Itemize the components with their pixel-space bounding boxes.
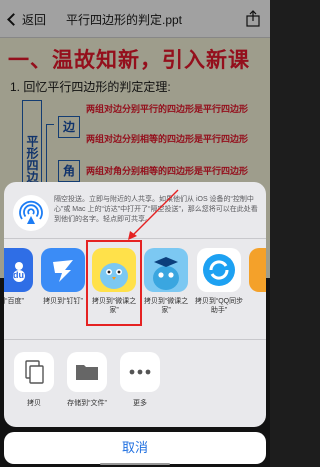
action-more[interactable]: 更多: [117, 352, 163, 408]
action-copy[interactable]: 拷贝: [11, 352, 57, 408]
app-baidu[interactable]: du 到“百度”: [4, 248, 36, 306]
action-label: 拷贝: [27, 400, 41, 407]
airdrop-row[interactable]: 隔空投送。立即与附近的人共享。如果他们从 iOS 设备的“控制中心”或 Mac …: [4, 182, 266, 239]
partial-icon: [249, 248, 266, 292]
app-label: 拷贝到“微课之家”: [143, 298, 189, 314]
airdrop-description: 隔空投送。立即与附近的人共享。如果他们从 iOS 设备的“控制中心”或 Mac …: [54, 196, 258, 223]
app-weike-2[interactable]: 拷贝到“微课之家”: [141, 248, 191, 315]
svg-text:du: du: [13, 270, 24, 280]
app-partial[interactable]: 拷: [246, 248, 266, 306]
qq-sync-icon: [197, 248, 241, 292]
home-indicator: [100, 463, 170, 465]
airdrop-icon: [13, 195, 49, 231]
action-label: 更多: [133, 400, 147, 407]
dingtalk-icon: [41, 248, 85, 292]
action-save-files[interactable]: 存储到“文件”: [64, 352, 110, 408]
app-dingtalk[interactable]: 拷贝到“钉钉”: [38, 248, 88, 306]
folder-icon: [67, 352, 107, 392]
more-icon: [120, 352, 160, 392]
action-row: 拷贝 存储到“文件” 更多: [4, 340, 266, 427]
weike-grad-icon: [144, 248, 188, 292]
app-label: 到“百度”: [4, 298, 24, 305]
app-qq-sync[interactable]: 拷贝到“QQ同步助手”: [194, 248, 244, 315]
copy-icon: [14, 352, 54, 392]
app-label: 拷: [246, 297, 266, 306]
baidu-icon: du: [4, 248, 33, 292]
cancel-button[interactable]: 取消: [4, 432, 266, 464]
highlight-box: [86, 240, 142, 326]
action-label: 存储到“文件”: [67, 400, 107, 407]
app-label: 拷贝到“钉钉”: [43, 298, 83, 305]
app-label: 拷贝到“QQ同步助手”: [194, 298, 244, 314]
